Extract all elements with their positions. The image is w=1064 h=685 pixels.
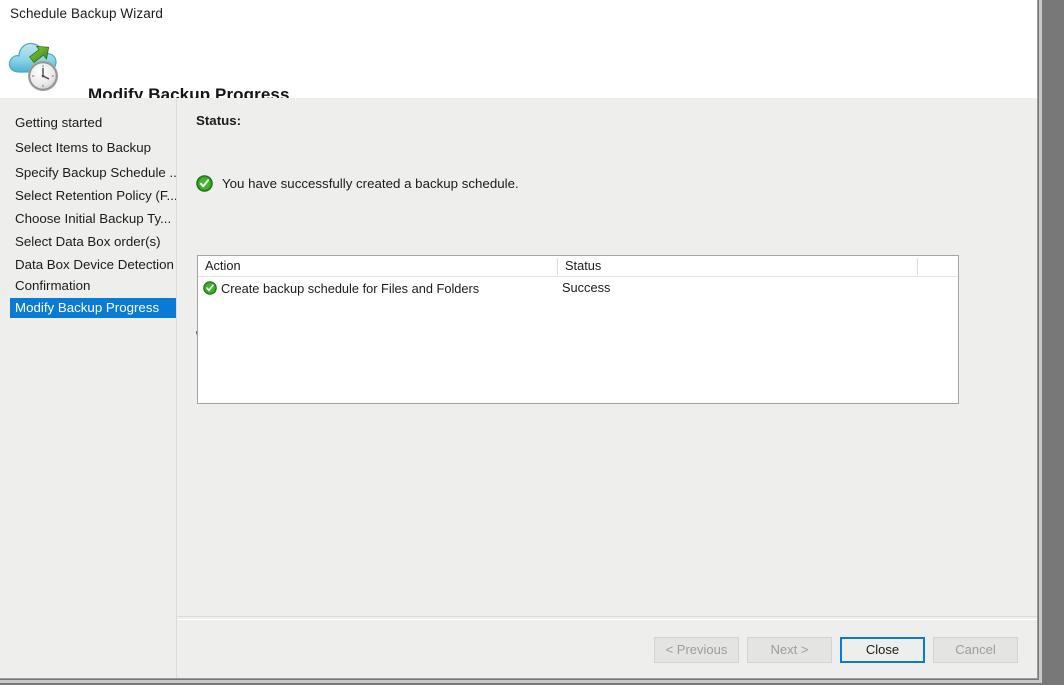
sidebar-item-data-box-orders[interactable]: Select Data Box order(s) [10, 232, 176, 252]
sidebar-item-initial-backup-type[interactable]: Choose Initial Backup Ty... [10, 209, 176, 229]
wizard-header: Modify Backup Progress [0, 28, 1037, 104]
cancel-button[interactable]: Cancel [933, 637, 1018, 663]
next-button[interactable]: Next > [747, 637, 832, 663]
sidebar-item-modify-backup-progress[interactable]: Modify Backup Progress [10, 298, 176, 318]
sidebar-item-retention-policy[interactable]: Select Retention Policy (F... [10, 186, 176, 206]
schedule-backup-wizard-window: Schedule Backup Wizard Modify Backup Pro… [0, 0, 1038, 679]
cloud-backup-clock-icon [8, 42, 58, 91]
sidebar-item-confirmation[interactable]: Confirmation [10, 276, 176, 296]
cell-action-text: Create backup schedule for Files and Fol… [221, 280, 480, 296]
results-table: Action Status Create backup schedule for… [197, 255, 959, 404]
sidebar-item-device-detection[interactable]: Data Box Device Detection [10, 255, 176, 275]
success-message-row: You have successfully created a backup s… [196, 175, 519, 192]
column-header-action[interactable]: Action [198, 256, 558, 276]
column-divider-2[interactable] [917, 258, 918, 275]
table-row[interactable]: Create backup schedule for Files and Fol… [198, 277, 958, 299]
content-area: Getting started Select Items to Backup S… [0, 98, 1037, 678]
main-panel: Status: You have successfully created a … [178, 98, 1037, 678]
sidebar-item-specify-schedule[interactable]: Specify Backup Schedule ... [10, 163, 176, 183]
footer-divider [178, 616, 1037, 617]
window-title: Schedule Backup Wizard [10, 6, 164, 21]
cell-status-text: Success [562, 280, 611, 295]
window-shadow-bottom [0, 680, 1042, 683]
green-check-circle-icon [196, 175, 213, 192]
sidebar-item-select-items[interactable]: Select Items to Backup [10, 138, 176, 158]
close-button[interactable]: Close [840, 637, 925, 663]
success-message-text: You have successfully created a backup s… [222, 176, 519, 191]
sidebar-item-getting-started[interactable]: Getting started [10, 113, 176, 133]
window-shadow-right [1039, 0, 1042, 682]
wizard-step-nav: Getting started Select Items to Backup S… [0, 98, 177, 678]
footer-button-bar: < Previous Next > Close Cancel [178, 619, 1037, 678]
title-bar: Schedule Backup Wizard [0, 0, 1037, 28]
cell-action: Create backup schedule for Files and Fol… [203, 277, 479, 299]
green-check-circle-icon [203, 281, 217, 295]
column-header-status[interactable]: Status [558, 256, 918, 276]
results-table-header: Action Status [198, 256, 958, 277]
previous-button[interactable]: < Previous [654, 637, 739, 663]
status-label: Status: [196, 113, 242, 128]
